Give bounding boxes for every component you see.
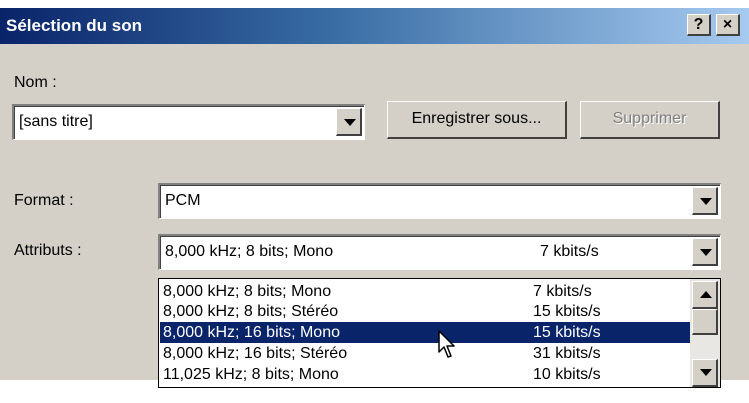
format-combobox[interactable]: PCM: [158, 183, 721, 219]
delete-button[interactable]: Supprimer: [580, 101, 720, 139]
name-label: Nom :: [14, 74, 57, 91]
save-as-button[interactable]: Enregistrer sous...: [387, 101, 567, 139]
list-scrollbar[interactable]: [690, 279, 720, 387]
list-item-rate: 31 kbits/s: [533, 345, 601, 362]
format-value: PCM: [165, 192, 201, 209]
attributes-dropdown-button[interactable]: [692, 238, 718, 266]
format-label: Format :: [14, 192, 74, 209]
list-item-attr: 8,000 kHz; 16 bits; Mono: [163, 324, 340, 341]
list-item-selected[interactable]: 8,000 kHz; 16 bits; Mono 15 kbits/s: [160, 322, 690, 343]
attributes-value: 8,000 kHz; 8 bits; Mono: [165, 243, 334, 260]
list-item-rate: 15 kbits/s: [533, 303, 601, 320]
help-button[interactable]: ?: [687, 14, 711, 36]
list-item-attr: 11,025 kHz; 8 bits; Mono: [163, 366, 339, 383]
arrow-down-icon: [700, 369, 712, 376]
attributes-combobox[interactable]: 8,000 kHz; 8 bits; Mono 7 kbits/s: [158, 234, 721, 270]
list-item[interactable]: 11,025 kHz; 8 bits; Mono 10 kbits/s: [160, 364, 690, 385]
list-item-rate: 7 kbits/s: [533, 283, 592, 300]
chevron-down-icon: [700, 249, 712, 256]
list-item-attr: 8,000 kHz; 16 bits; Stéréo: [163, 345, 348, 362]
scroll-thumb[interactable]: [692, 309, 718, 335]
sound-selection-dialog: Sélection du son ? × Nom : [sans titre] …: [0, 8, 749, 388]
chevron-down-icon: [700, 198, 712, 205]
format-dropdown-button[interactable]: [692, 187, 718, 215]
name-dropdown-button[interactable]: [336, 108, 362, 136]
list-item-rate: 15 kbits/s: [533, 324, 601, 341]
list-item-attr: 8,000 kHz; 8 bits; Mono: [163, 283, 332, 300]
mouse-pointer-icon: [438, 330, 458, 365]
scroll-down-button[interactable]: [692, 359, 718, 387]
name-combobox[interactable]: [sans titre]: [12, 104, 365, 140]
list-item[interactable]: 8,000 kHz; 8 bits; Stéréo 15 kbits/s: [160, 301, 690, 322]
list-item-rate: 10 kbits/s: [533, 366, 601, 383]
list-item[interactable]: 8,000 kHz; 16 bits; Stéréo 31 kbits/s: [160, 343, 690, 364]
arrow-up-icon: [700, 291, 712, 298]
name-value: [sans titre]: [19, 113, 93, 130]
close-button[interactable]: ×: [716, 14, 740, 36]
chevron-down-icon: [344, 119, 356, 126]
window-title: Sélection du son: [6, 16, 143, 35]
title-bar[interactable]: Sélection du son ? ×: [0, 8, 749, 44]
scroll-up-button[interactable]: [692, 281, 718, 309]
attributes-rate: 7 kbits/s: [540, 243, 599, 260]
list-item[interactable]: 8,000 kHz; 8 bits; Mono 7 kbits/s: [160, 281, 690, 302]
attributes-label: Attributs :: [14, 242, 82, 259]
list-item-attr: 8,000 kHz; 8 bits; Stéréo: [163, 303, 339, 320]
